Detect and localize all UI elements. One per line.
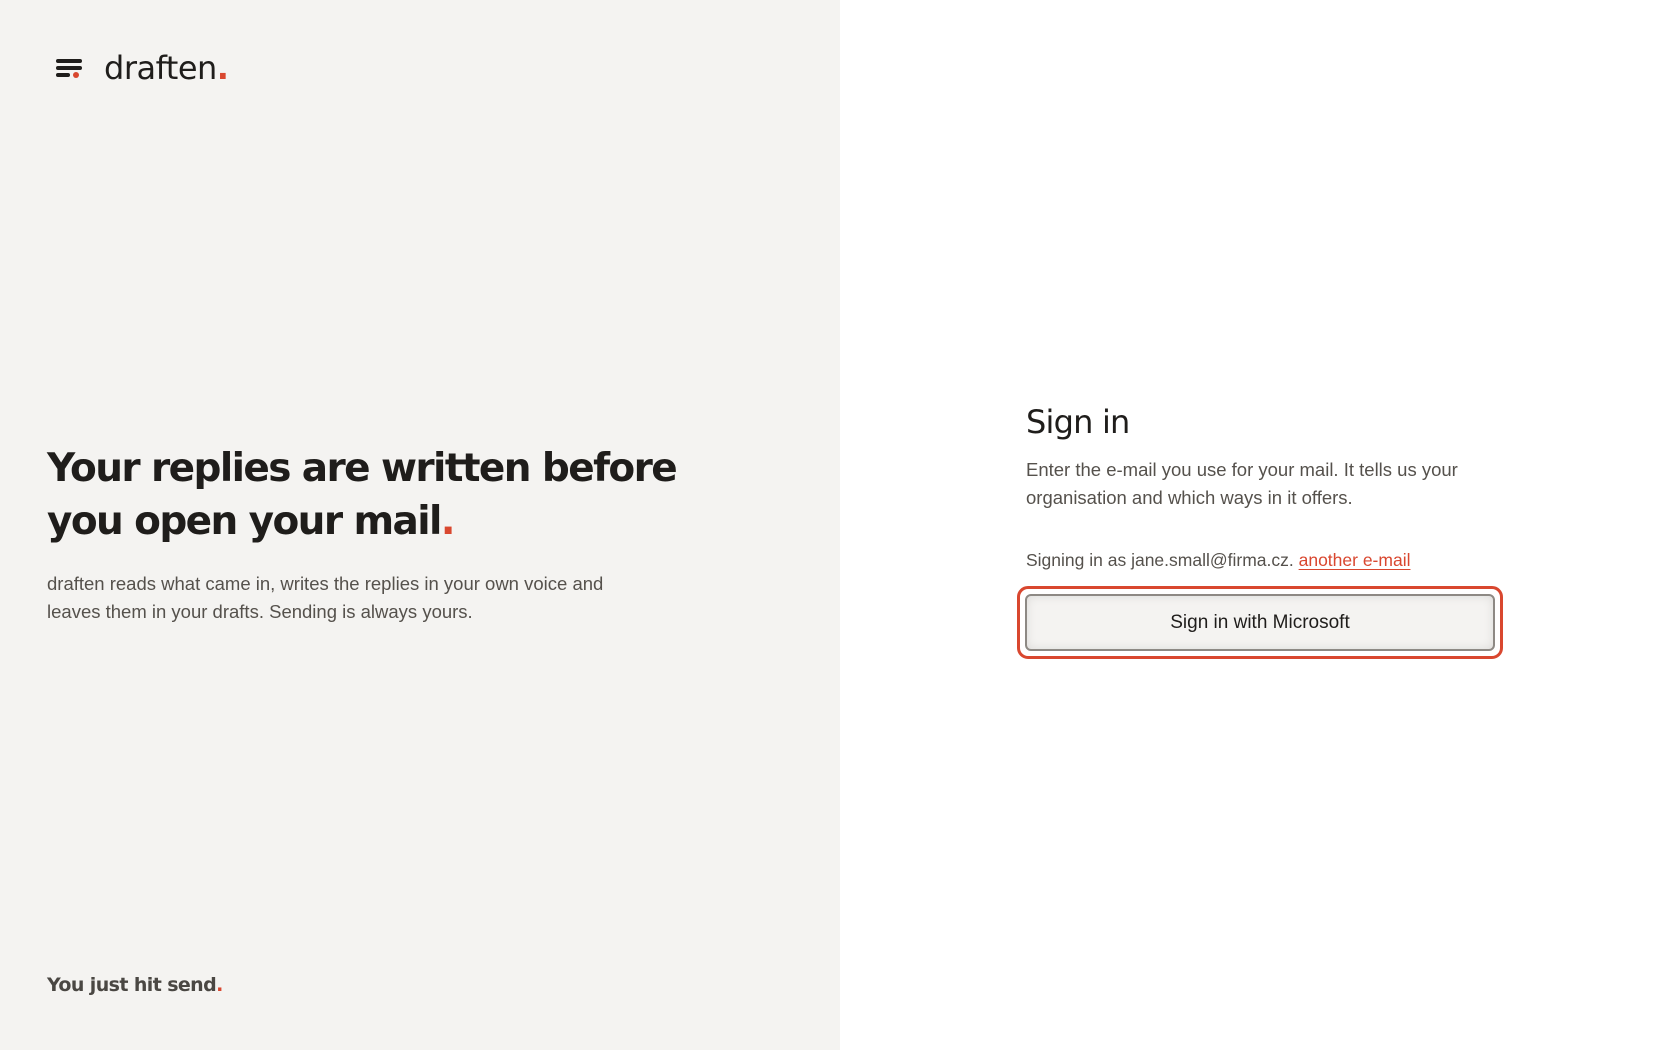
hero-title-line1: Your replies are written before: [47, 446, 678, 491]
signin-title: Sign in: [1026, 403, 1130, 441]
menu-accent-dot: [73, 71, 79, 78]
hero-section: Your replies are written before you open …: [47, 442, 687, 626]
signing-as-text: Signing in as jane.small@firma.cz.: [1026, 550, 1294, 570]
change-email-link[interactable]: another e-mail: [1299, 550, 1411, 570]
footer-tagline-dot: .: [216, 974, 223, 996]
microsoft-button-focus-ring: Sign in with Microsoft: [1017, 586, 1503, 659]
hero-description: draften reads what came in, writes the r…: [47, 573, 604, 622]
brand-logo: draften.: [104, 49, 229, 87]
sign-in-microsoft-button[interactable]: Sign in with Microsoft: [1025, 594, 1495, 651]
brand-header: draften.: [56, 49, 229, 87]
menu-lines-icon[interactable]: [56, 57, 82, 79]
signin-description: Enter the e-mail you use for your mail. …: [1026, 459, 1458, 508]
menu-bar-top: [56, 59, 82, 63]
menu-bar-middle: [56, 66, 82, 70]
hero-title-line2: you open your mail: [47, 499, 442, 544]
brand-name: draften: [104, 49, 217, 87]
marketing-panel: draften. Your replies are written before…: [0, 0, 840, 1050]
hero-title: Your replies are written before you open …: [47, 442, 687, 548]
footer-tagline-text: You just hit send: [47, 974, 217, 996]
brand-dot: .: [216, 49, 229, 87]
signing-as-line: Signing in as jane.small@firma.cz. anoth…: [1026, 548, 1496, 572]
menu-bar-bottom: [56, 73, 70, 77]
app-root: draften. Your replies are written before…: [0, 0, 1680, 1050]
signin-form: Sign in Enter the e-mail you use for you…: [1017, 400, 1503, 659]
signin-panel: Sign in Enter the e-mail you use for you…: [840, 0, 1680, 1050]
footer-tagline: You just hit send.: [47, 974, 223, 996]
hero-title-dot: .: [440, 499, 456, 544]
